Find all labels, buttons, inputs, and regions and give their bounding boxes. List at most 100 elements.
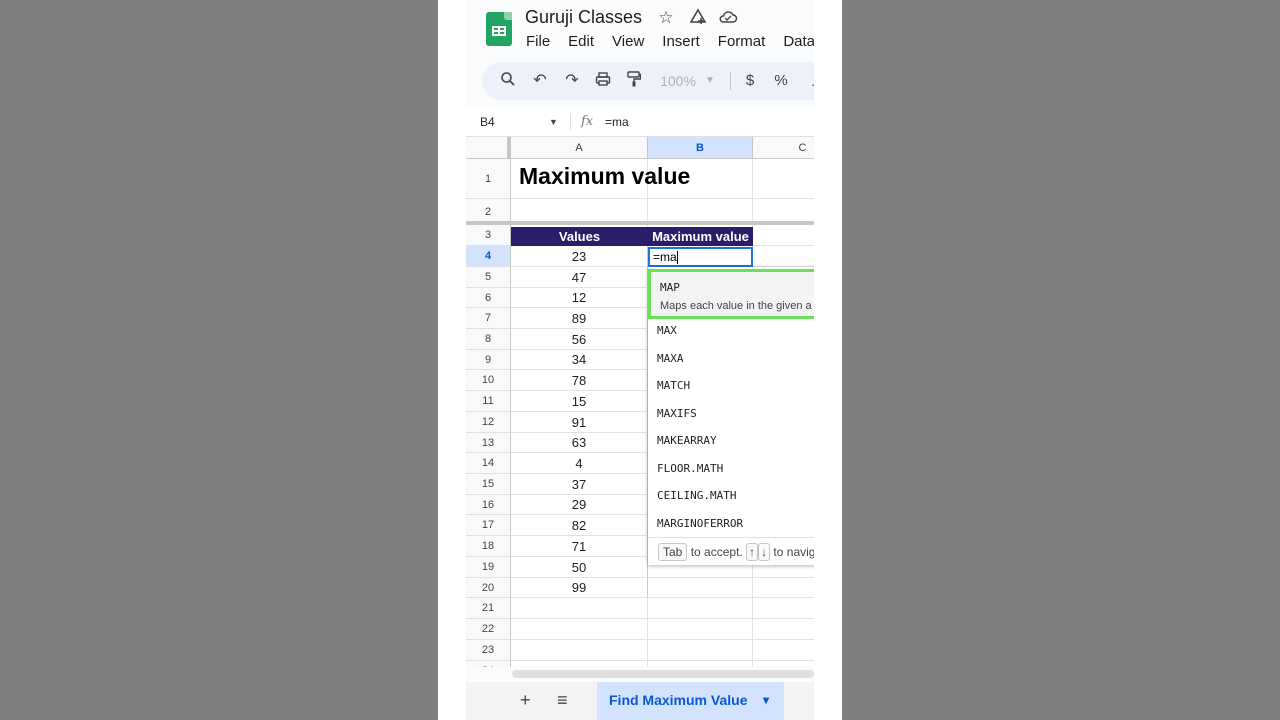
value-cell[interactable]: 56 bbox=[511, 329, 648, 350]
search-icon[interactable] bbox=[498, 71, 518, 91]
grid-cell[interactable] bbox=[648, 578, 753, 598]
currency-format-button[interactable]: $ bbox=[740, 71, 760, 91]
formula-input[interactable]: =ma bbox=[605, 115, 629, 129]
column-header-c[interactable]: C bbox=[753, 137, 814, 159]
row-header[interactable]: 11 bbox=[466, 391, 511, 412]
paint-format-icon[interactable] bbox=[624, 71, 644, 91]
sheet-tab-find-maximum-value[interactable]: Find Maximum Value ▾ bbox=[597, 682, 784, 720]
menu-format[interactable]: Format bbox=[718, 33, 766, 50]
value-cell[interactable]: 47 bbox=[511, 267, 648, 288]
autocomplete-item-max[interactable]: MAX bbox=[657, 324, 677, 337]
grid-cell[interactable] bbox=[648, 640, 753, 661]
row-header[interactable]: 8 bbox=[466, 329, 511, 350]
header-cell-values[interactable]: Values bbox=[511, 227, 648, 246]
header-cell-maximum[interactable]: Maximum value bbox=[648, 227, 753, 246]
document-title[interactable]: Guruji Classes bbox=[525, 7, 642, 28]
row-header[interactable]: 24 bbox=[466, 661, 511, 667]
value-cell[interactable]: 37 bbox=[511, 474, 648, 495]
select-all-corner[interactable] bbox=[466, 137, 511, 159]
row-header[interactable]: 17 bbox=[466, 515, 511, 536]
row-header[interactable]: 3 bbox=[466, 225, 511, 246]
row-header[interactable]: 16 bbox=[466, 495, 511, 515]
row-header[interactable]: 22 bbox=[466, 619, 511, 640]
autocomplete-selected-item[interactable]: MAP Maps each value in the given a bbox=[648, 269, 814, 319]
grid-cell[interactable] bbox=[753, 246, 814, 267]
add-sheet-button[interactable]: + bbox=[520, 690, 531, 711]
decrease-decimal-button[interactable]: .0 bbox=[802, 71, 814, 91]
value-cell[interactable]: 15 bbox=[511, 391, 648, 412]
print-icon[interactable] bbox=[593, 71, 613, 91]
grid-cell[interactable] bbox=[753, 640, 814, 661]
value-cell[interactable]: 71 bbox=[511, 536, 648, 557]
row-header[interactable]: 12 bbox=[466, 412, 511, 433]
grid-cell[interactable] bbox=[753, 225, 814, 246]
value-cell[interactable]: 29 bbox=[511, 495, 648, 515]
row-header[interactable]: 23 bbox=[466, 640, 511, 661]
value-cell[interactable]: 4 bbox=[511, 453, 648, 474]
horizontal-scrollbar[interactable] bbox=[512, 670, 814, 678]
row-header[interactable]: 9 bbox=[466, 350, 511, 370]
row-header[interactable]: 1 bbox=[466, 159, 511, 199]
value-cell[interactable]: 34 bbox=[511, 350, 648, 370]
grid-cell[interactable] bbox=[511, 661, 648, 667]
undo-icon[interactable]: ↶ bbox=[530, 71, 550, 91]
value-cell[interactable]: 23 bbox=[511, 246, 648, 267]
value-cell[interactable]: 89 bbox=[511, 308, 648, 329]
move-to-drive-icon[interactable] bbox=[688, 8, 708, 28]
menu-data[interactable]: Data bbox=[783, 33, 814, 50]
menu-insert[interactable]: Insert bbox=[662, 33, 700, 50]
value-cell[interactable]: 50 bbox=[511, 557, 648, 578]
autocomplete-item-maxa[interactable]: MAXA bbox=[657, 352, 684, 365]
row-header[interactable]: 15 bbox=[466, 474, 511, 495]
grid-cell[interactable] bbox=[511, 598, 648, 619]
grid-cell[interactable] bbox=[753, 598, 814, 619]
grid-cell[interactable] bbox=[753, 159, 814, 199]
value-cell[interactable]: 12 bbox=[511, 288, 648, 308]
frozen-rows-divider[interactable] bbox=[466, 221, 814, 225]
menu-edit[interactable]: Edit bbox=[568, 33, 594, 50]
autocomplete-item-makearray[interactable]: MAKEARRAY bbox=[657, 434, 717, 447]
sheets-logo-icon[interactable] bbox=[486, 12, 512, 46]
value-cell[interactable]: 63 bbox=[511, 433, 648, 453]
row-header[interactable]: 13 bbox=[466, 433, 511, 453]
row-header[interactable]: 21 bbox=[466, 598, 511, 619]
autocomplete-item-floor-math[interactable]: FLOOR.MATH bbox=[657, 462, 723, 475]
star-icon[interactable]: ☆ bbox=[656, 8, 676, 28]
value-cell[interactable]: 82 bbox=[511, 515, 648, 536]
value-cell[interactable]: 78 bbox=[511, 370, 648, 391]
row-header[interactable]: 10 bbox=[466, 370, 511, 391]
zoom-dropdown-icon[interactable]: ▼ bbox=[704, 71, 716, 91]
autocomplete-item-ceiling-math[interactable]: CEILING.MATH bbox=[657, 489, 736, 502]
grid-cell[interactable] bbox=[753, 578, 814, 598]
row-header[interactable]: 14 bbox=[466, 453, 511, 474]
row-header[interactable]: 20 bbox=[466, 578, 511, 598]
sheet-tab-menu-icon[interactable]: ▾ bbox=[763, 682, 769, 718]
zoom-select[interactable]: 100% bbox=[658, 71, 698, 91]
menu-view[interactable]: View bbox=[612, 33, 644, 50]
redo-icon[interactable]: ↷ bbox=[562, 71, 582, 91]
grid-cell[interactable] bbox=[648, 661, 753, 667]
value-cell[interactable]: 99 bbox=[511, 578, 648, 598]
sheet-title-cell[interactable]: Maximum value bbox=[519, 163, 690, 190]
cloud-status-icon[interactable] bbox=[718, 8, 738, 28]
grid-cell[interactable] bbox=[511, 640, 648, 661]
all-sheets-button[interactable]: ≡ bbox=[557, 690, 568, 711]
menu-file[interactable]: File bbox=[526, 33, 550, 50]
autocomplete-item-maxifs[interactable]: MAXIFS bbox=[657, 407, 697, 420]
row-header[interactable]: 18 bbox=[466, 536, 511, 557]
active-cell-b4[interactable]: =ma bbox=[648, 247, 753, 267]
grid-cell[interactable] bbox=[511, 619, 648, 640]
grid-cell[interactable] bbox=[648, 598, 753, 619]
column-header-b[interactable]: B bbox=[648, 137, 753, 159]
grid-cell[interactable] bbox=[753, 619, 814, 640]
name-box[interactable]: B4 bbox=[480, 115, 495, 129]
percent-format-button[interactable]: % bbox=[771, 71, 791, 91]
name-box-dropdown-icon[interactable]: ▼ bbox=[549, 117, 558, 127]
grid-cell[interactable] bbox=[648, 619, 753, 640]
row-header[interactable]: 19 bbox=[466, 557, 511, 578]
row-header[interactable]: 5 bbox=[466, 267, 511, 288]
spreadsheet-grid[interactable]: 1234567891011121314151617181920212223242… bbox=[466, 137, 814, 667]
row-header[interactable]: 4 bbox=[466, 246, 511, 267]
autocomplete-item-marginoferror[interactable]: MARGINOFERROR bbox=[657, 517, 743, 530]
grid-cell[interactable] bbox=[753, 661, 814, 667]
